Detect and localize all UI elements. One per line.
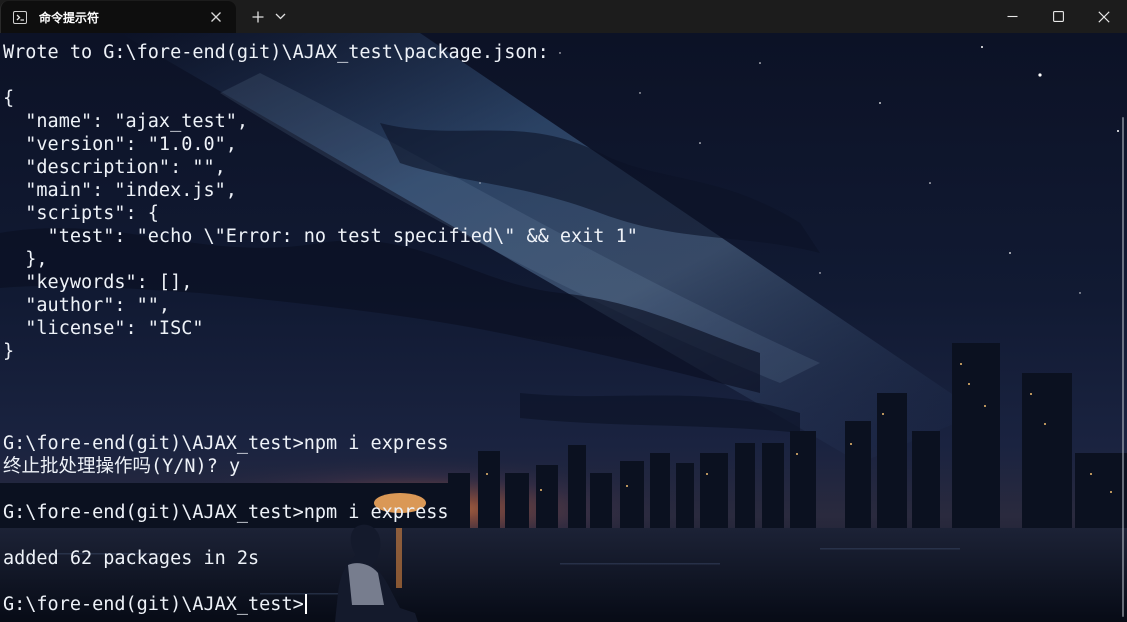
output-line: "description": "", <box>3 157 226 178</box>
tab-title: 命令提示符 <box>39 10 100 25</box>
terminal-window: 命令提示符 Wrote to G:\fore-end(git)\AJAX_tes… <box>0 0 1127 622</box>
output-line: }, <box>3 249 48 270</box>
chevron-down-icon <box>275 13 285 20</box>
close-button[interactable] <box>1081 0 1127 33</box>
output-line: } <box>3 341 15 362</box>
close-icon <box>1098 10 1110 23</box>
terminal-pane[interactable]: Wrote to G:\fore-end(git)\AJAX_test\pack… <box>0 33 1127 622</box>
minimize-icon <box>1007 15 1017 18</box>
output-line: G:\fore-end(git)\AJAX_test>npm i express <box>3 433 449 454</box>
output-line: added 62 packages in 2s <box>3 548 260 569</box>
output-line: "main": "index.js", <box>3 180 237 201</box>
minimize-button[interactable] <box>989 0 1035 33</box>
close-tab-icon[interactable] <box>206 7 226 27</box>
output-line: "keywords": [], <box>3 272 193 293</box>
output-line: G:\fore-end(git)\AJAX_test>npm i express <box>3 502 449 523</box>
title-bar-drag-area[interactable] <box>292 0 989 33</box>
plus-icon <box>252 11 264 22</box>
new-tab-button[interactable] <box>248 0 268 33</box>
output-line: "version": "1.0.0", <box>3 134 237 155</box>
text-cursor <box>304 594 307 614</box>
output-line: Wrote to G:\fore-end(git)\AJAX_test\pack… <box>3 42 549 63</box>
tab-command-prompt[interactable]: 命令提示符 <box>0 1 236 33</box>
output-line: "scripts": { <box>3 203 159 224</box>
output-line: "license": "ISC" <box>3 318 204 339</box>
terminal-output: Wrote to G:\fore-end(git)\AJAX_test\pack… <box>3 41 638 616</box>
prompt-line[interactable]: G:\fore-end(git)\AJAX_test> <box>3 593 638 616</box>
terminal-icon <box>13 10 27 24</box>
output-line: { <box>3 88 15 109</box>
tab-dropdown-button[interactable] <box>268 0 292 33</box>
maximize-icon <box>1052 11 1064 22</box>
prompt-text: G:\fore-end(git)\AJAX_test> <box>3 594 304 615</box>
maximize-button[interactable] <box>1035 0 1081 33</box>
output-line: "test": "echo \"Error: no test specified… <box>3 226 638 247</box>
title-bar: 命令提示符 <box>0 0 1127 33</box>
output-line: "author": "", <box>3 295 171 316</box>
scrollbar[interactable] <box>1122 117 1124 617</box>
output-line: 终止批处理操作吗(Y/N)? y <box>3 456 241 477</box>
output-line: "name": "ajax_test", <box>3 111 249 132</box>
